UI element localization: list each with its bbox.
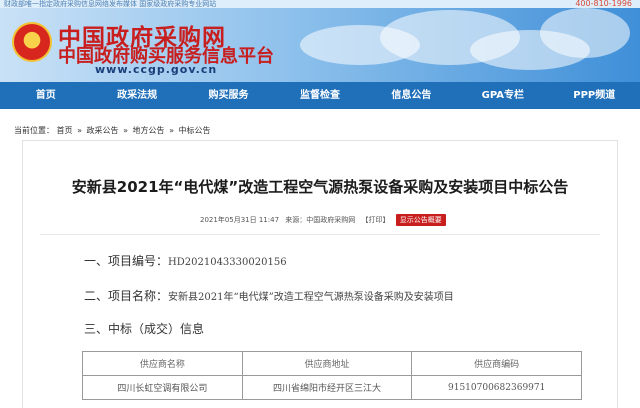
main-nav: 首页 政采法规 购买服务 监督检查 信息公告 GPA专栏 PPP频道	[0, 82, 640, 109]
supplier-name-cell: 四川长虹空调有限公司	[82, 375, 243, 400]
page: 财政部唯一指定政府采购信息网络发布媒体 国家级政府采购专业网站 400-810-…	[0, 0, 640, 408]
topbar-text: 财政部唯一指定政府采购信息网络发布媒体 国家级政府采购专业网站	[4, 0, 217, 8]
nav-item-regulations[interactable]: 政采法规	[91, 82, 182, 109]
project-number-line: 一、项目编号：HD2021043330020156	[84, 252, 287, 269]
site-url[interactable]: www.ccgp.gov.cn	[95, 63, 217, 76]
project-number-value: HD2021043330020156	[168, 257, 287, 268]
nav-item-services[interactable]: 购买服务	[183, 82, 274, 109]
breadcrumb-separator: »	[169, 126, 174, 135]
breadcrumb-home[interactable]: 首页	[57, 126, 73, 135]
show-summary-button[interactable]: 显示公告概要	[395, 214, 446, 226]
supplier-address-cell: 四川省绵阳市经开区三江大	[241, 375, 413, 400]
site-header-banner: 财政部唯一指定政府采购信息网络发布媒体 国家级政府采购专业网站 400-810-…	[0, 0, 640, 82]
breadcrumb-separator: »	[123, 126, 128, 135]
nav-item-announcements[interactable]: 信息公告	[366, 82, 457, 109]
nav-item-gpa[interactable]: GPA专栏	[457, 82, 548, 109]
divider	[40, 234, 600, 235]
nav-item-supervision[interactable]: 监督检查	[274, 82, 365, 109]
project-name-line: 二、项目名称：安新县2021年“电代煤”改造工程空气源热泵设备采购及安装项目	[84, 287, 454, 304]
hotline-number: 400-810-1996	[575, 0, 632, 8]
table-header-supplier-address: 供应商地址	[241, 351, 413, 376]
award-table: 供应商名称 供应商地址 供应商编码 四川长虹空调有限公司 四川省绵阳市经开区三江…	[82, 351, 582, 400]
table-header-row: 供应商名称 供应商地址 供应商编码	[82, 351, 582, 376]
breadcrumb-prefix: 当前位置：	[14, 126, 54, 135]
table-header-supplier-name: 供应商名称	[82, 351, 243, 376]
print-link[interactable]: 【打印】	[362, 216, 390, 224]
project-name-label: 二、项目名称：	[84, 289, 169, 303]
nav-item-ppp[interactable]: PPP频道	[549, 82, 640, 109]
breadcrumb-local-notices[interactable]: 地方公告	[133, 126, 165, 135]
project-name-value: 安新县2021年“电代煤”改造工程空气源热泵设备采购及安装项目	[168, 292, 454, 303]
national-emblem-logo[interactable]	[12, 22, 52, 62]
breadcrumb-separator: »	[77, 126, 82, 135]
breadcrumb-procurement-notices[interactable]: 政采公告	[87, 126, 119, 135]
article-source: 来源：中国政府采购网	[285, 216, 356, 224]
table-row: 四川长虹空调有限公司 四川省绵阳市经开区三江大 9151070068236997…	[82, 375, 582, 400]
table-header-supplier-code: 供应商编码	[411, 351, 582, 376]
article-meta: 2021年05月31日 11:47 来源：中国政府采购网 【打印】 显示公告概要	[200, 214, 450, 226]
top-info-bar: 财政部唯一指定政府采购信息网络发布媒体 国家级政府采购专业网站	[0, 0, 640, 8]
award-info-heading: 三、中标（成交）信息	[84, 322, 205, 336]
project-number-label: 一、项目编号：	[84, 254, 169, 268]
supplier-code-cell: 91510700682369971	[411, 375, 582, 400]
article-title: 安新县2021年“电代煤”改造工程空气源热泵设备采购及安装项目中标公告	[71, 178, 569, 196]
breadcrumb: 当前位置： 首页 » 政采公告 » 地方公告 » 中标公告	[14, 125, 211, 136]
nav-item-home[interactable]: 首页	[0, 82, 91, 109]
breadcrumb-award-notices[interactable]: 中标公告	[179, 126, 211, 135]
publish-date: 2021年05月31日 11:47	[200, 216, 280, 224]
